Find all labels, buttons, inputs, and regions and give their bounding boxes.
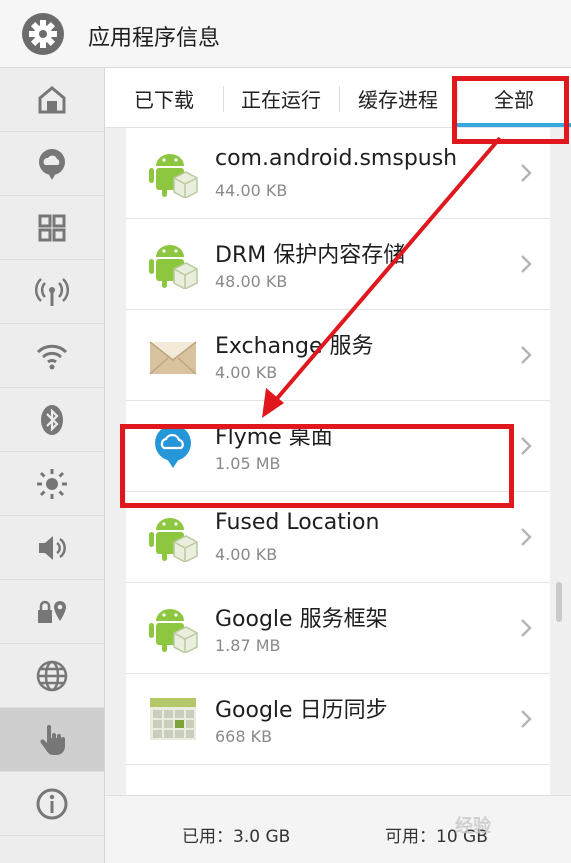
chevron-right-icon (521, 528, 532, 546)
sidebar-item-sound[interactable] (0, 516, 104, 580)
settings-sidebar (0, 68, 105, 863)
storage-used: 已用：3.0 GB (182, 827, 291, 847)
app-name: Google 日历同步 (215, 698, 388, 723)
chevron-right-icon (521, 346, 532, 364)
calendar-icon (150, 698, 196, 740)
app-name: DRM 保护内容存储 (215, 243, 406, 268)
brightness-icon (37, 468, 67, 499)
sidebar-item-bluetooth[interactable] (0, 388, 104, 452)
chevron-right-icon (521, 619, 532, 637)
chevron-right-icon (521, 710, 532, 728)
storage-footer: 已用：3.0 GB 可用：10 GB (105, 795, 571, 863)
app-size: 1.87 MB (215, 636, 281, 655)
android-package-icon (149, 154, 198, 198)
info-icon (36, 788, 68, 819)
android-package-icon (149, 518, 198, 562)
sidebar-item-network[interactable] (0, 260, 104, 324)
settings-gear-icon (22, 13, 64, 55)
app-size: 4.00 KB (215, 545, 278, 564)
sidebar-item-about[interactable] (0, 772, 104, 836)
watermark-text: 经验 (455, 816, 491, 837)
android-package-icon (149, 609, 198, 653)
app-row-exchange[interactable]: Exchange 服务 4.00 KB (126, 310, 550, 401)
tab-running[interactable]: 正在运行 (223, 68, 339, 128)
chevron-right-icon (521, 255, 532, 273)
lock-location-icon (38, 600, 66, 623)
home-icon (38, 85, 66, 113)
app-name: Google 服务框架 (215, 607, 388, 632)
app-name: Exchange 服务 (215, 334, 374, 359)
app-name: Fused Location (215, 510, 380, 535)
app-row-google-calendar-sync[interactable]: Google 日历同步 668 KB (126, 674, 550, 765)
app-name: com.android.smspush (215, 146, 458, 171)
tab-downloaded[interactable]: 已下载 (105, 68, 223, 128)
bluetooth-icon (41, 404, 63, 435)
app-size: 44.00 KB (215, 181, 288, 200)
sidebar-item-language[interactable] (0, 644, 104, 708)
globe-icon (36, 660, 68, 691)
sidebar-item-cloud[interactable] (0, 132, 104, 196)
list-scrollbar[interactable] (556, 582, 562, 622)
annotation-box-flyme-row (120, 424, 514, 508)
tab-cached[interactable]: 缓存进程 (339, 68, 457, 128)
chevron-right-icon (521, 164, 532, 182)
app-size: 4.00 KB (215, 363, 278, 382)
wifi-icon (36, 344, 68, 369)
sidebar-item-home[interactable] (0, 68, 104, 132)
app-row-google-services[interactable]: Google 服务框架 1.87 MB (126, 583, 550, 674)
sidebar-item-display[interactable] (0, 452, 104, 516)
annotation-box-all-tab (452, 76, 569, 144)
envelope-icon (149, 341, 197, 375)
title-bar: 应用程序信息 (0, 0, 571, 68)
app-size: 668 KB (215, 727, 273, 746)
app-size: 48.00 KB (215, 272, 288, 291)
grid-apps-icon (38, 214, 66, 241)
page-title: 应用程序信息 (88, 26, 221, 51)
cloud-chat-icon (39, 148, 65, 180)
chevron-right-icon (521, 437, 532, 455)
volume-icon (39, 535, 66, 560)
sidebar-item-apps[interactable] (0, 196, 104, 260)
hand-icon (40, 724, 65, 755)
sidebar-item-security[interactable] (0, 580, 104, 644)
sidebar-item-accessibility[interactable] (0, 708, 104, 772)
sidebar-item-wifi[interactable] (0, 324, 104, 388)
android-package-icon (149, 245, 198, 289)
antenna-icon (35, 277, 69, 306)
app-row-drm[interactable]: DRM 保护内容存储 48.00 KB (126, 219, 550, 310)
